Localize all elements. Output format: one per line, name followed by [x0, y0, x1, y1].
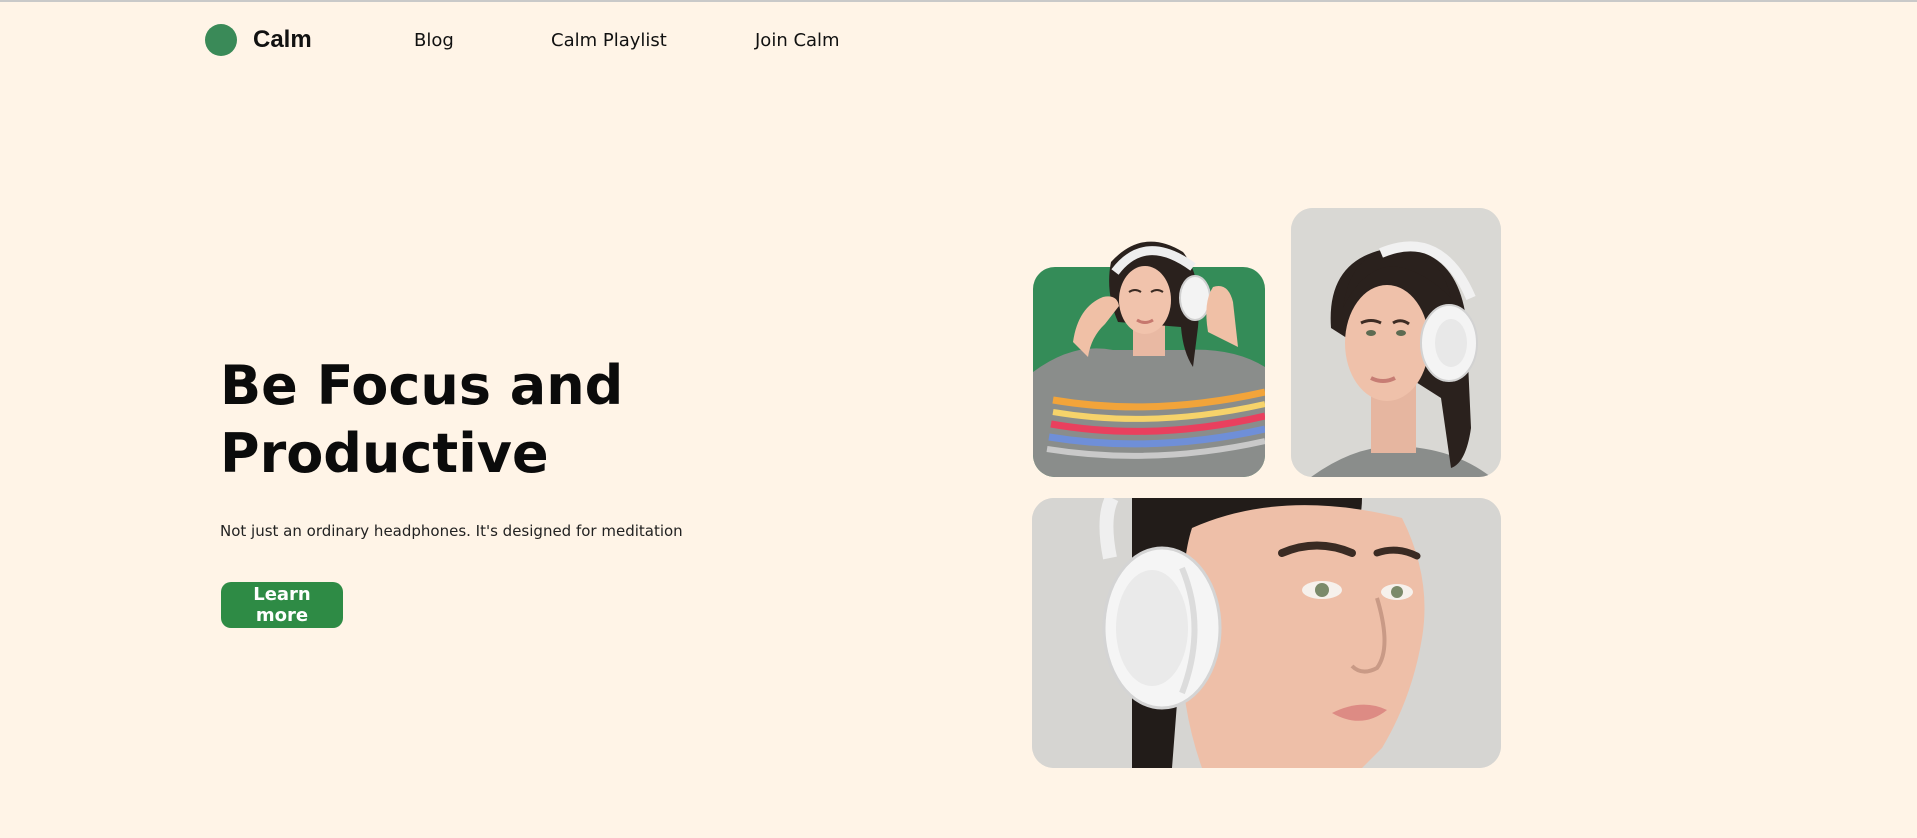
- photo-woman-closeup: [1032, 498, 1501, 768]
- nav-link-calm-playlist[interactable]: Calm Playlist: [551, 30, 667, 51]
- learn-more-button[interactable]: Learn more: [221, 582, 343, 628]
- brand-name[interactable]: Calm: [253, 26, 312, 54]
- photo-woman-green: [1033, 232, 1265, 477]
- hero-subtitle: Not just an ordinary headphones. It's de…: [220, 522, 683, 540]
- nav-link-blog[interactable]: Blog: [414, 30, 454, 51]
- top-border: [0, 0, 1917, 2]
- logo-icon[interactable]: [205, 24, 237, 56]
- hero-title: Be Focus and Productive: [220, 354, 624, 485]
- top-nav: Calm Blog Calm Playlist Join Calm: [205, 22, 840, 58]
- photo-woman-profile: [1291, 208, 1501, 477]
- nav-link-join-calm[interactable]: Join Calm: [755, 30, 840, 51]
